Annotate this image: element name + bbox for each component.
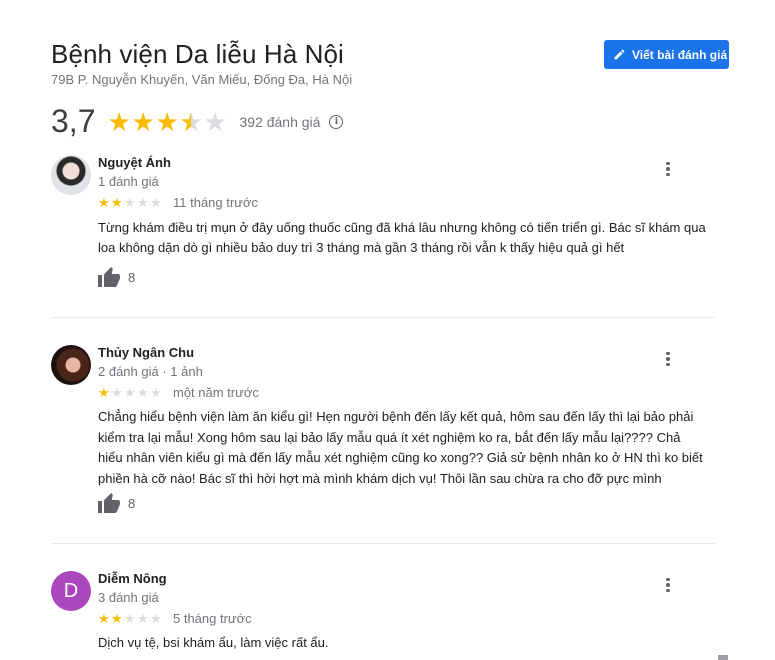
star-icon: ★: [150, 611, 162, 626]
write-review-button[interactable]: Viết bài đánh giá: [604, 40, 729, 69]
more-options-icon[interactable]: [656, 573, 680, 597]
star-icon: ★: [131, 106, 155, 137]
write-review-label: Viết bài đánh giá: [632, 47, 728, 62]
star-icon: ★: [98, 195, 110, 210]
review-time: 11 tháng trước: [173, 195, 258, 210]
info-icon[interactable]: i: [329, 114, 344, 129]
like-button[interactable]: 8: [98, 493, 135, 513]
star-icon: ★: [150, 195, 162, 210]
review-count-link[interactable]: 392 đánh giá: [239, 114, 320, 130]
review-text: Chẳng hiểu bệnh viện làm ăn kiểu gì! Hẹn…: [98, 409, 703, 486]
star-icon: ★: [137, 195, 149, 210]
reviewer-name[interactable]: Nguyệt Ánh: [98, 155, 171, 170]
star-icon: ★: [111, 385, 123, 400]
review-time: một năm trước: [173, 385, 259, 400]
review-time: 5 tháng trước: [173, 611, 252, 626]
like-count: 8: [128, 269, 136, 285]
place-address: 79B P. Nguyễn Khuyến, Văn Miếu, Đống Đa,…: [51, 72, 353, 87]
review-stars: ★ ★ ★ ★ ★: [98, 386, 163, 399]
reviewer-meta: 1 đánh giá: [98, 174, 159, 189]
star-icon: ★: [98, 611, 110, 626]
review-item: Thủy Ngân Chu 2 đánh giá · 1 ảnh ★ ★ ★ ★ ★ m…: [51, 345, 715, 535]
more-options-icon[interactable]: [656, 347, 680, 371]
average-rating: 3,7: [51, 103, 96, 139]
star-icon: ★: [124, 611, 136, 626]
star-icon: ★: [137, 611, 149, 626]
empty-star-icon: ★: [203, 106, 227, 137]
review-text: Từng khám điều trị mụn ở đây uống thuốc …: [98, 220, 706, 255]
star-icon: ★: [107, 106, 131, 137]
reviewer-meta: 2 đánh giá · 1 ảnh: [98, 364, 203, 379]
review-stars: ★ ★ ★ ★ ★: [98, 196, 163, 209]
star-icon: ★: [124, 385, 136, 400]
more-options-icon[interactable]: [656, 157, 680, 181]
star-icon: ★: [150, 385, 162, 400]
page-title: Bệnh viện Da liễu Hà Nội: [51, 39, 344, 69]
avatar[interactable]: [51, 155, 91, 195]
star-icon: ★: [98, 385, 110, 400]
divider: [51, 543, 715, 544]
review-stars: ★ ★ ★ ★ ★: [98, 612, 163, 625]
star-icon: ★: [137, 385, 149, 400]
star-icon: ★: [124, 195, 136, 210]
thumbs-up-icon: [98, 493, 120, 513]
divider: [51, 317, 715, 318]
reviewer-name[interactable]: Diễm Nông: [98, 571, 167, 586]
avatar[interactable]: D: [51, 571, 91, 611]
like-count: 8: [128, 495, 136, 511]
scroll-indicator: [718, 655, 728, 660]
star-icon: ★: [111, 611, 123, 626]
star-icon: ★: [155, 106, 179, 137]
half-star-icon: ★: [179, 109, 203, 135]
review-item: Nguyệt Ánh 1 đánh giá ★ ★ ★ ★ ★ 11 tháng trư…: [51, 155, 715, 315]
review-text: Dịch vụ tệ, bsi khám ẩu, làm việc rất ẩu…: [98, 635, 329, 650]
review-item: D Diễm Nông 3 đánh giá ★ ★ ★ ★ ★ 5 tháng trư…: [51, 571, 715, 660]
pencil-icon: [614, 49, 625, 60]
average-rating-stars: ★ ★ ★ ★ ★: [107, 109, 227, 135]
thumbs-up-icon: [98, 267, 120, 287]
star-icon: ★: [111, 195, 123, 210]
rating-summary: 3,7 ★ ★ ★ ★ ★ 392 đánh giá i: [51, 103, 344, 140]
reviewer-meta: 3 đánh giá: [98, 590, 159, 605]
reviewer-name[interactable]: Thủy Ngân Chu: [98, 345, 194, 360]
avatar[interactable]: [51, 345, 91, 385]
like-button[interactable]: 8: [98, 267, 135, 287]
